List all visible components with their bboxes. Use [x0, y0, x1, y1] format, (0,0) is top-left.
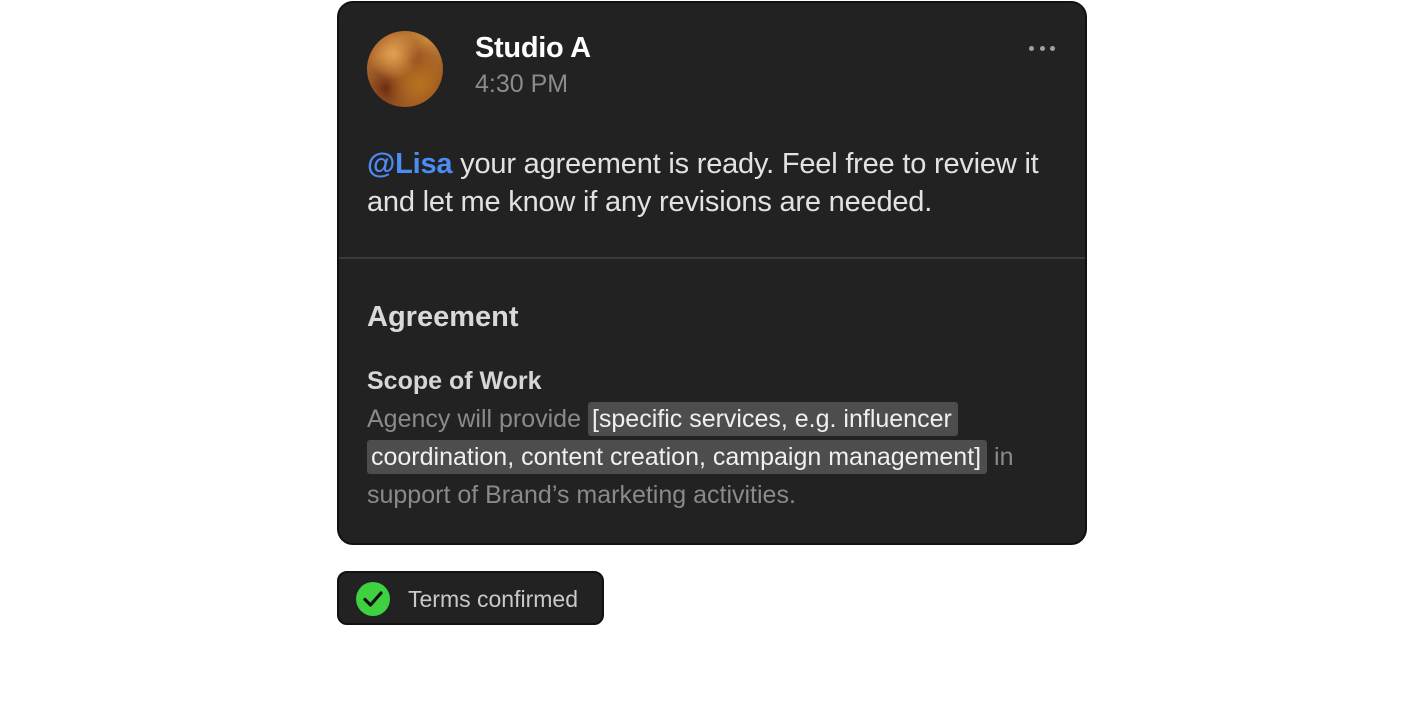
message-card: Studio A 4:30 PM @Lisa your agreement is… [337, 1, 1087, 545]
timestamp: 4:30 PM [475, 70, 569, 98]
message-text: @Lisa your agreement is ready. Feel free… [367, 145, 1067, 221]
body-text-before: Agency will provide [367, 405, 588, 433]
mention-link[interactable]: @Lisa [367, 148, 453, 180]
more-options-icon[interactable] [1029, 43, 1055, 53]
check-circle-icon [356, 582, 390, 616]
section-heading: Scope of Work [367, 367, 542, 395]
divider [339, 257, 1085, 259]
more-dot [1050, 45, 1055, 51]
message-body: your agreement is ready. Feel free to re… [367, 148, 1039, 218]
checkmark-icon [363, 591, 383, 607]
status-badge: Terms confirmed [337, 571, 604, 625]
agreement-title: Agreement [367, 301, 519, 333]
section-body: Agency will provide [specific services, … [367, 400, 1067, 514]
more-dot [1039, 45, 1045, 51]
avatar[interactable] [367, 31, 443, 107]
sender-name[interactable]: Studio A [475, 31, 591, 65]
more-dot [1029, 45, 1034, 51]
status-label: Terms confirmed [408, 586, 578, 612]
